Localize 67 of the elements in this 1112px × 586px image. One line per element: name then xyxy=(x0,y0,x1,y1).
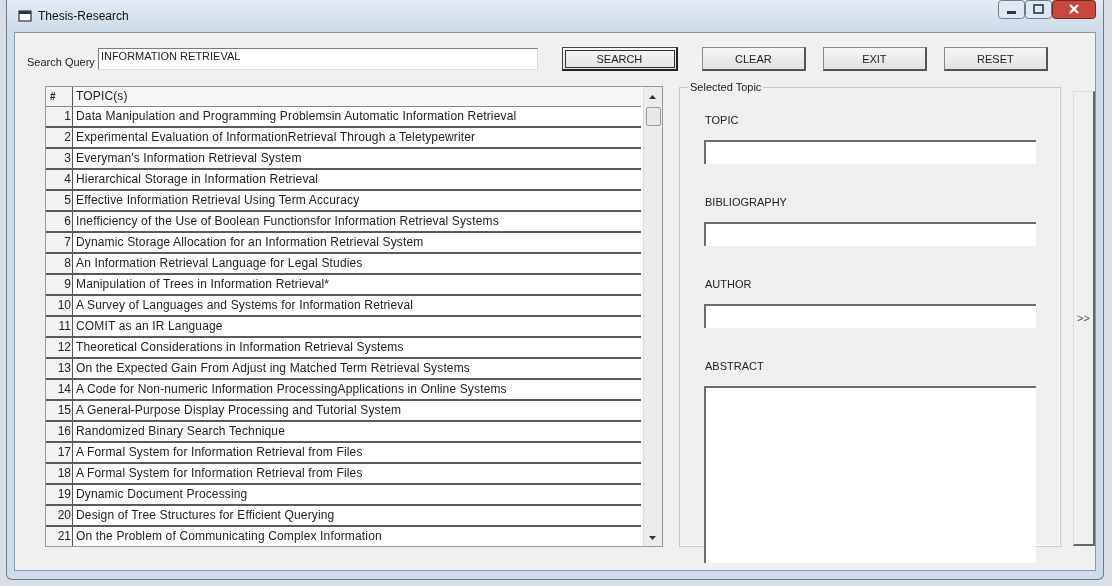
search-field[interactable]: INFORMATION RETRIEVAL xyxy=(97,48,538,70)
row-number: 18 xyxy=(46,464,73,483)
scroll-up-icon[interactable] xyxy=(649,95,656,99)
row-number: 2 xyxy=(46,128,73,147)
window-title: Thesis-Research xyxy=(38,9,129,23)
topic-cell[interactable]: Design of Tree Structures for Efficient Querying xyxy=(73,506,641,525)
row-number: 13 xyxy=(46,359,73,378)
topic-cell[interactable]: A General-Purpose Display Processing and Tutorial System xyxy=(73,401,641,420)
row-number: 1 xyxy=(46,107,73,126)
action-button[interactable]: CLEAR xyxy=(701,47,806,71)
row-number: 5 xyxy=(46,191,73,210)
text-field[interactable] xyxy=(704,222,1036,246)
field-label: TOPIC xyxy=(705,114,740,126)
topic-cell[interactable]: Experimental Evaluation of InformationRetrieval Through a Teletypewriter xyxy=(73,128,641,147)
row-number: 11 xyxy=(46,317,73,336)
scrollbar-thumb[interactable] xyxy=(646,107,661,126)
app-icon xyxy=(18,10,32,22)
column-header: # xyxy=(46,87,73,106)
topic-cell[interactable]: On the Expected Gain From Adjust ing Matched Term Retrieval Systems xyxy=(73,359,641,378)
row-number: 17 xyxy=(46,443,73,462)
row-number: 14 xyxy=(46,380,73,399)
topic-cell[interactable]: A Formal System for Information Retrieval from Files xyxy=(73,443,641,462)
topic-cell[interactable]: On the Problem of Communicating Complex Information xyxy=(73,527,641,546)
action-button[interactable]: EXIT xyxy=(822,47,927,71)
row-number: 10 xyxy=(46,296,73,315)
topic-cell[interactable]: A Code for Non-numeric Information ProcessingApplications in Online Systems xyxy=(73,380,641,399)
row-number: 7 xyxy=(46,233,73,252)
close-button[interactable] xyxy=(1052,0,1096,19)
topic-cell[interactable]: COMIT as an IR Language xyxy=(73,317,641,336)
topic-cell[interactable]: An Information Retrieval Language for Legal Studies xyxy=(73,254,641,273)
row-number: 12 xyxy=(46,338,73,357)
topic-cell[interactable]: Everyman's Information Retrieval System xyxy=(73,149,641,168)
expand-button[interactable]: >> xyxy=(1073,91,1095,546)
topic-cell[interactable]: Hierarchical Storage in Information Retrieval xyxy=(73,170,641,189)
column-header: TOPIC(s) xyxy=(75,88,129,105)
group-title: Selected Topic xyxy=(688,81,764,93)
topic-cell[interactable]: A Survey of Languages and Systems for Information Retrieval xyxy=(73,296,641,315)
field-label: BIBLIOGRAPHY xyxy=(705,196,788,208)
row-number: 16 xyxy=(46,422,73,441)
topic-cell[interactable]: Data Manipulation and Programming Problemsin Automatic Information Retrieval xyxy=(73,107,641,126)
topic-cell[interactable]: Randomized Binary Search Technique xyxy=(73,422,641,441)
row-number: 20 xyxy=(46,506,73,525)
row-number: 6 xyxy=(46,212,73,231)
topic-cell[interactable]: Dynamic Document Processing xyxy=(73,485,641,504)
minimize-button[interactable] xyxy=(998,0,1025,19)
topic-cell[interactable]: Dynamic Storage Allocation for an Information Retrieval System xyxy=(73,233,641,252)
topic-cell[interactable]: Inefficiency of the Use of Boolean Functionsfor Information Retrieval Systems xyxy=(73,212,641,231)
search-label: Search Query xyxy=(27,56,95,68)
row-number: 21 xyxy=(46,527,73,546)
topic-cell[interactable]: Manipulation of Trees in Information Retrieval* xyxy=(73,275,641,294)
scroll-down-icon[interactable] xyxy=(649,536,656,540)
row-number: 15 xyxy=(46,401,73,420)
maximize-button[interactable] xyxy=(1025,0,1052,19)
text-field[interactable] xyxy=(704,140,1036,164)
action-button[interactable]: SEARCH xyxy=(561,47,678,71)
topic-cell[interactable]: Effective Information Retrieval Using Term Accuracy xyxy=(73,191,641,210)
text-field[interactable] xyxy=(704,304,1036,328)
action-button[interactable]: RESET xyxy=(943,47,1048,71)
field-label: AUTHOR xyxy=(705,278,753,290)
row-number: 19 xyxy=(46,485,73,504)
row-number: 4 xyxy=(46,170,73,189)
row-number: 3 xyxy=(46,149,73,168)
topic-cell[interactable]: A Formal System for Information Retrieval from Files xyxy=(73,464,641,483)
row-number: 9 xyxy=(46,275,73,294)
row-number: 8 xyxy=(46,254,73,273)
field-label: ABSTRACT xyxy=(705,360,765,372)
topic-cell[interactable]: Theoretical Considerations in Information Retrieval Systems xyxy=(73,338,641,357)
